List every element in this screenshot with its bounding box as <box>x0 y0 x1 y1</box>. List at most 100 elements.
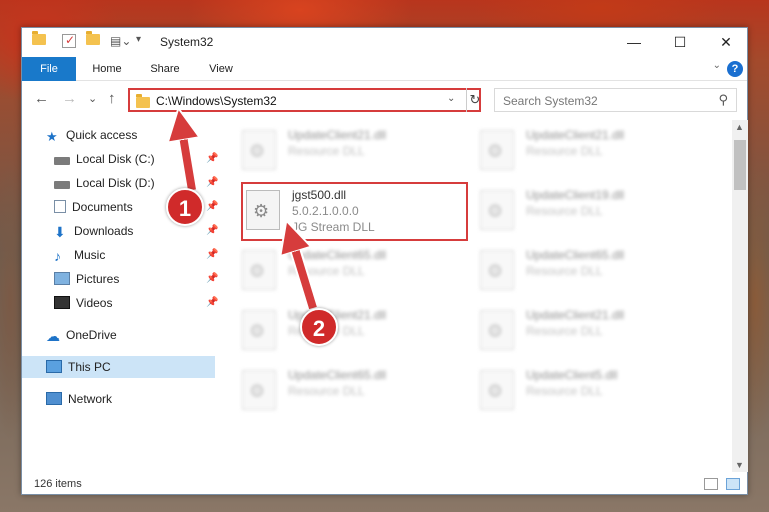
address-bar[interactable]: C:\Windows\System32 ⌄ ↻ <box>128 88 481 112</box>
status-bar: 126 items <box>22 472 747 496</box>
tab-share[interactable]: Share <box>140 57 190 81</box>
ribbon: File Home Share View ⌄ ? <box>22 57 747 81</box>
cloud-icon: ☁ <box>46 328 60 344</box>
step1-badge: 1 <box>166 188 204 226</box>
file-type: Resource DLL <box>288 144 365 158</box>
back-button[interactable]: ← <box>34 90 49 107</box>
file-item[interactable]: ⚙ UpdateClient65.dll Resource DLL <box>242 246 472 298</box>
file-item[interactable]: ⚙ UpdateClient65.dll Resource DLL <box>480 246 710 298</box>
file-type: Resource DLL <box>526 264 603 278</box>
sidebar-item-pictures[interactable]: Pictures 📌 <box>54 268 218 290</box>
file-item[interactable]: ⚙ UpdateClient21.dll Resource DLL <box>242 126 472 178</box>
item-count: 126 items <box>34 478 82 490</box>
help-icon[interactable]: ? <box>727 61 743 77</box>
folder-icon[interactable] <box>32 31 46 50</box>
file-type: Resource DLL <box>288 384 365 398</box>
close-button[interactable]: ✕ <box>703 28 749 57</box>
sidebar-item-quick-access[interactable]: ★ Quick access <box>46 124 137 146</box>
documents-icon <box>54 200 66 213</box>
sidebar-item-local-disk-c[interactable]: Local Disk (C:) 📌 <box>54 148 218 170</box>
dll-file-icon: ⚙ <box>242 250 276 290</box>
dll-file-icon: ⚙ <box>242 310 276 350</box>
new-folder-icon[interactable] <box>86 31 100 50</box>
forward-button[interactable]: → <box>62 90 77 107</box>
file-name: UpdateClient21.dll <box>288 128 387 142</box>
minimize-button[interactable]: — <box>611 28 657 57</box>
file-name: UpdateClient5.dll <box>526 368 618 382</box>
sidebar-item-label: OneDrive <box>66 328 117 342</box>
pictures-icon <box>54 272 70 285</box>
file-type: Resource DLL <box>526 324 603 338</box>
chevron-down-icon[interactable]: ⌄ <box>447 93 455 104</box>
pin-icon[interactable]: 📌 <box>206 148 218 170</box>
file-type: Resource DLL <box>526 204 603 218</box>
search-icon[interactable]: ⚲ <box>718 92 728 108</box>
folder-icon <box>136 94 150 108</box>
pin-icon[interactable]: 📌 <box>206 268 218 290</box>
sidebar-item-videos[interactable]: Videos 📌 <box>54 292 218 314</box>
dll-file-icon: ⚙ <box>480 370 514 410</box>
sidebar-item-label: This PC <box>68 360 111 374</box>
computer-icon <box>46 360 62 373</box>
pin-icon[interactable]: 📌 <box>206 220 218 242</box>
sidebar-item-onedrive[interactable]: ☁ OneDrive <box>46 324 117 346</box>
recent-locations-button[interactable]: ⌄ <box>88 92 97 105</box>
dll-file-icon: ⚙ <box>480 250 514 290</box>
file-item[interactable]: ⚙ UpdateClient19.dll Resource DLL <box>480 186 710 238</box>
videos-icon <box>54 296 70 309</box>
file-item[interactable]: ⚙ UpdateClient21.dll Resource DLL <box>242 306 472 358</box>
file-item[interactable]: ⚙ UpdateClient5.dll Resource DLL <box>480 366 710 418</box>
customize-toolbar-icon[interactable]: ▤⌄ <box>110 34 131 50</box>
sidebar-item-this-pc[interactable]: This PC <box>22 356 215 378</box>
navigation-bar: ← → ⌄ ↑ C:\Windows\System32 ⌄ ↻ Search S… <box>22 82 747 118</box>
sidebar-item-label: Local Disk (C:) <box>76 152 155 166</box>
pin-icon[interactable]: 📌 <box>206 196 218 218</box>
sidebar-item-label: Videos <box>76 296 113 310</box>
up-button[interactable]: ↑ <box>108 90 116 107</box>
sidebar-item-label: Local Disk (D:) <box>76 176 155 190</box>
dropdown-icon[interactable]: ▾ <box>136 34 141 50</box>
sidebar-item-network[interactable]: Network <box>46 388 112 410</box>
file-item[interactable]: ⚙ UpdateClient65.dll Resource DLL <box>242 366 472 418</box>
details-view-icon[interactable] <box>704 478 718 490</box>
window-title: System32 <box>160 35 214 49</box>
file-highlight-box <box>241 182 468 241</box>
pin-icon[interactable]: 📌 <box>206 244 218 266</box>
maximize-button[interactable]: ☐ <box>657 28 703 57</box>
file-list: ⚙ UpdateClient21.dll Resource DLL ⚙ Upda… <box>218 120 732 464</box>
dll-file-icon: ⚙ <box>242 370 276 410</box>
properties-icon[interactable]: ✓ <box>62 33 76 48</box>
large-icons-view-icon[interactable] <box>726 478 740 490</box>
expand-ribbon-icon[interactable]: ⌄ <box>713 60 721 71</box>
sidebar-item-label: Documents <box>72 200 133 214</box>
music-icon: ♪ <box>54 248 61 264</box>
search-input[interactable]: Search System32 ⚲ <box>494 88 737 112</box>
file-type: Resource DLL <box>526 144 603 158</box>
search-placeholder: Search System32 <box>503 94 598 108</box>
dll-file-icon: ⚙ <box>480 190 514 230</box>
dll-file-icon: ⚙ <box>242 130 276 170</box>
sidebar-item-label: Music <box>74 248 106 262</box>
dll-file-icon: ⚙ <box>480 130 514 170</box>
navigation-pane: ★ Quick access Local Disk (C:) 📌 Local Di… <box>22 124 218 464</box>
vertical-scrollbar[interactable]: ▲ ▼ <box>732 120 748 472</box>
pin-icon[interactable]: 📌 <box>206 172 218 194</box>
drive-icon <box>54 181 70 189</box>
file-name: UpdateClient21.dll <box>526 128 625 142</box>
refresh-button[interactable]: ↻ <box>466 88 483 112</box>
drive-icon <box>54 157 70 165</box>
explorer-window: ✓ ▤⌄ ▾ System32 — ☐ ✕ File Home Share Vi… <box>21 27 748 495</box>
sidebar-item-music[interactable]: ♪ Music 📌 <box>54 244 218 266</box>
dll-file-icon: ⚙ <box>480 310 514 350</box>
sidebar-item-label: Pictures <box>76 272 120 286</box>
tab-view[interactable]: View <box>196 57 246 81</box>
scrollbar-thumb[interactable] <box>734 140 746 190</box>
tab-home[interactable]: Home <box>82 57 132 81</box>
tab-file[interactable]: File <box>22 57 76 81</box>
scroll-up-icon[interactable]: ▲ <box>735 122 744 132</box>
file-name: UpdateClient65.dll <box>288 248 387 262</box>
file-item[interactable]: ⚙ UpdateClient21.dll Resource DLL <box>480 306 710 358</box>
file-item[interactable]: ⚙ UpdateClient21.dll Resource DLL <box>480 126 710 178</box>
scroll-down-icon[interactable]: ▼ <box>735 460 744 470</box>
pin-icon[interactable]: 📌 <box>206 292 218 314</box>
